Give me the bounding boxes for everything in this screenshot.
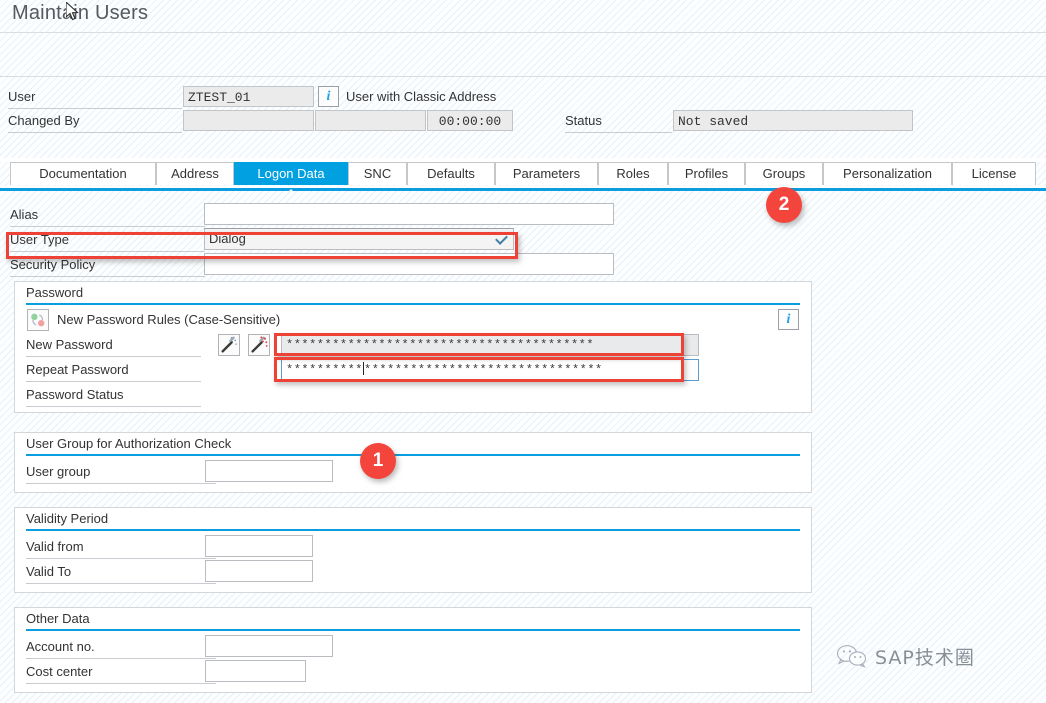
password-status-label: Password Status bbox=[26, 384, 201, 407]
tab-strip: Documentation Address Logon Data SNC Def… bbox=[0, 162, 1046, 186]
user-group-panel-rule bbox=[26, 454, 800, 456]
valid-from-input[interactable] bbox=[205, 535, 313, 557]
alias-label: Alias bbox=[10, 204, 205, 227]
mouse-cursor-icon bbox=[66, 2, 79, 21]
valid-from-label: Valid from bbox=[26, 536, 216, 559]
changed-by-label: Changed By bbox=[8, 110, 182, 133]
toolbar bbox=[0, 33, 1046, 99]
generate-password-wand-icon[interactable] bbox=[218, 334, 240, 356]
tab-personalization[interactable]: Personalization bbox=[823, 162, 952, 185]
password-rules-label: New Password Rules (Case-Sensitive) bbox=[57, 312, 281, 327]
tab-groups[interactable]: Groups bbox=[745, 162, 823, 185]
password-panel: Password New Password Rules (Case-Sensit… bbox=[14, 281, 812, 413]
user-label: User bbox=[8, 86, 182, 109]
changed-on-field[interactable] bbox=[315, 110, 426, 131]
other-data-panel-rule bbox=[26, 629, 800, 631]
tab-address[interactable]: Address bbox=[156, 162, 234, 185]
user-group-panel: User Group for Authorization Check User … bbox=[14, 432, 812, 493]
valid-to-input[interactable] bbox=[205, 560, 313, 582]
security-policy-input[interactable] bbox=[204, 253, 614, 275]
user-field[interactable]: ZTEST_01 bbox=[183, 86, 314, 107]
changed-by-field[interactable] bbox=[183, 110, 314, 131]
user-description: User with Classic Address bbox=[346, 89, 497, 104]
watermark: SAP技术圈 bbox=[836, 641, 975, 671]
password-panel-rule bbox=[26, 303, 800, 305]
repeat-password-before-caret: ********** bbox=[286, 363, 364, 377]
account-no-input[interactable] bbox=[205, 635, 333, 657]
tab-parameters[interactable]: Parameters bbox=[495, 162, 598, 185]
alias-input[interactable] bbox=[204, 203, 614, 225]
chevron-down-icon bbox=[495, 232, 508, 245]
status-label: Status bbox=[565, 110, 672, 133]
user-group-input[interactable] bbox=[205, 460, 333, 482]
other-data-panel: Other Data Account no. Cost center bbox=[14, 607, 812, 693]
password-rules-icon[interactable] bbox=[27, 309, 49, 331]
password-info-icon[interactable]: i bbox=[778, 309, 799, 330]
header-info-block: User ZTEST_01 i User with Classic Addres… bbox=[0, 77, 1046, 158]
repeat-password-label: Repeat Password bbox=[26, 359, 201, 382]
status-field: Not saved bbox=[673, 110, 913, 131]
tab-license[interactable]: License bbox=[952, 162, 1036, 185]
cost-center-input[interactable] bbox=[205, 660, 306, 682]
user-type-value: Dialog bbox=[209, 231, 246, 246]
changed-time-field[interactable]: 00:00:00 bbox=[427, 110, 513, 131]
tab-documentation[interactable]: Documentation bbox=[10, 162, 156, 185]
account-no-label: Account no. bbox=[26, 636, 216, 659]
validity-period-panel: Validity Period Valid from Valid To bbox=[14, 507, 812, 593]
cost-center-label: Cost center bbox=[26, 661, 216, 684]
watermark-text: SAP技术圈 bbox=[875, 646, 975, 669]
tab-roles[interactable]: Roles bbox=[598, 162, 668, 185]
tab-snc[interactable]: SNC bbox=[348, 162, 407, 185]
valid-to-label: Valid To bbox=[26, 561, 216, 584]
generate-password-alt-wand-icon[interactable] bbox=[248, 334, 270, 356]
wechat-icon bbox=[836, 645, 867, 668]
logon-data-content: Alias User Type Dialog Security Policy P… bbox=[0, 191, 1046, 703]
validity-panel-rule bbox=[26, 529, 800, 531]
user-group-panel-title: User Group for Authorization Check bbox=[26, 436, 232, 451]
password-panel-title: Password bbox=[26, 285, 84, 300]
security-policy-label: Security Policy bbox=[10, 254, 205, 277]
annotation-badge-1: 1 bbox=[360, 443, 396, 479]
window-title-bar: Maintain Users bbox=[0, 0, 1046, 33]
user-group-label: User group bbox=[26, 461, 216, 484]
tab-defaults[interactable]: Defaults bbox=[407, 162, 495, 185]
user-type-select[interactable]: Dialog bbox=[204, 228, 514, 250]
repeat-password-after-caret: ******************************* bbox=[364, 363, 603, 377]
page-title: Maintain Users bbox=[12, 2, 149, 24]
user-type-label: User Type bbox=[10, 229, 205, 252]
new-password-input[interactable]: **************************************** bbox=[281, 334, 699, 356]
user-info-icon[interactable]: i bbox=[318, 86, 339, 107]
new-password-label: New Password bbox=[26, 334, 201, 357]
validity-panel-title: Validity Period bbox=[26, 511, 109, 526]
annotation-badge-2: 2 bbox=[766, 187, 802, 223]
repeat-password-input[interactable]: ****************************************… bbox=[281, 359, 699, 381]
other-data-panel-title: Other Data bbox=[26, 611, 90, 626]
tab-profiles[interactable]: Profiles bbox=[668, 162, 745, 185]
tab-logon-data[interactable]: Logon Data bbox=[234, 162, 348, 185]
